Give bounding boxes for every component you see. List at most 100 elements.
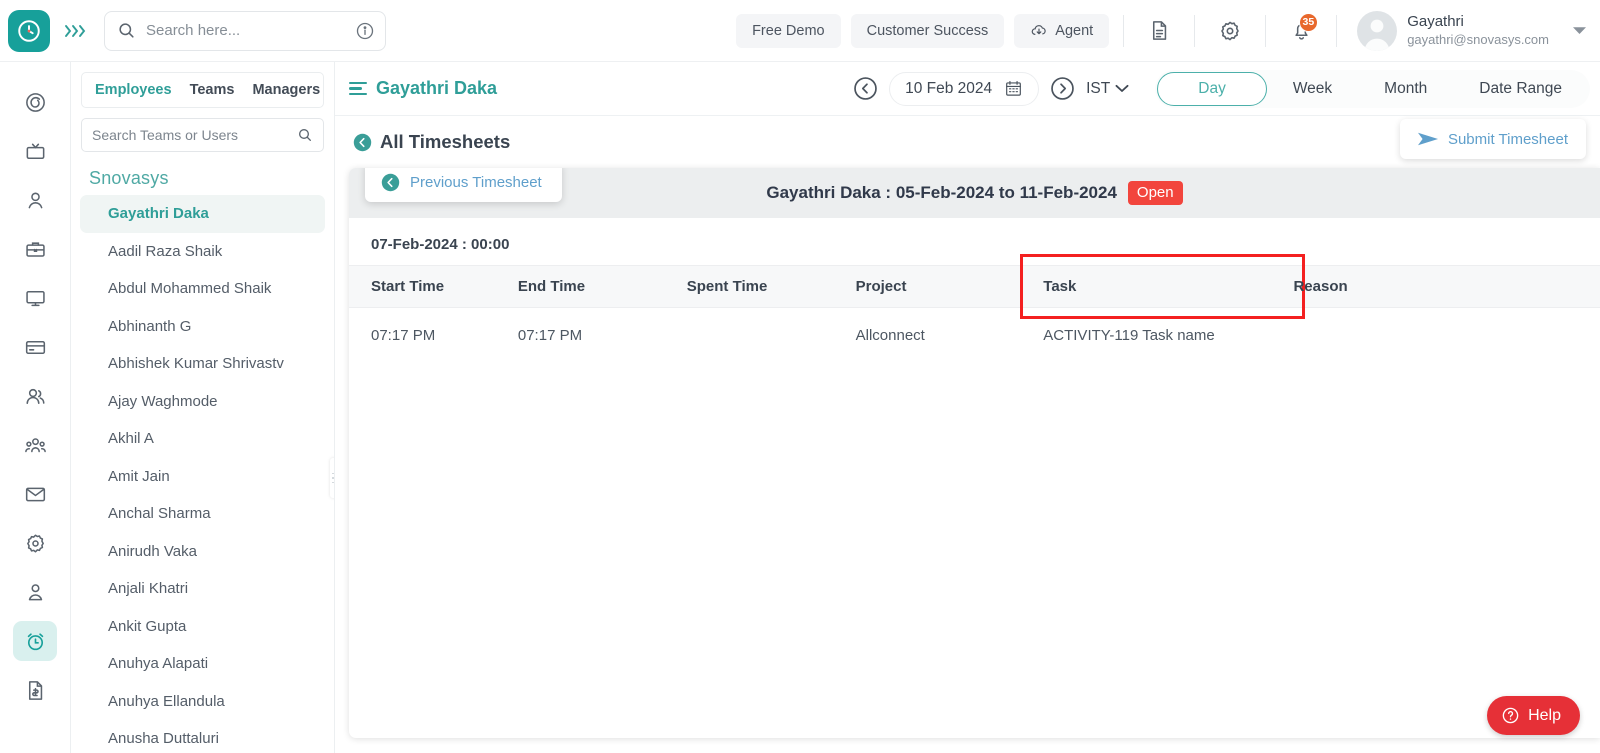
timesheet-title: Gayathri Daka : 05-Feb-2024 to 11-Feb-20… <box>766 183 1117 202</box>
date-picker[interactable]: 10 Feb 2024 <box>889 71 1040 106</box>
tab-teams[interactable]: Teams <box>181 82 244 98</box>
main-header: Gayathri Daka 10 Feb 2024 IST Day Week M… <box>335 62 1600 116</box>
timesheet-title-wrap: Gayathri Daka : 05-Feb-2024 to 11-Feb-20… <box>766 181 1183 205</box>
search-input[interactable] <box>146 22 345 39</box>
sidebar-item-account[interactable] <box>13 572 57 612</box>
chevron-down-icon[interactable] <box>1573 22 1586 40</box>
tab-date-range[interactable]: Date Range <box>1453 72 1588 106</box>
list-item[interactable]: Anchal Sharma <box>80 495 325 533</box>
list-item[interactable]: Akhil A <box>80 420 325 458</box>
icon-rail <box>0 62 71 753</box>
page-title: Gayathri Daka <box>376 78 498 98</box>
chevrons-right-icon[interactable] <box>58 23 92 39</box>
submit-timesheet-button[interactable]: Submit Timesheet <box>1399 119 1586 159</box>
list-item[interactable]: Gayathri Daka <box>80 195 325 233</box>
tab-employees[interactable]: Employees <box>86 82 181 98</box>
organization-name: Snovasys <box>89 168 169 188</box>
employees-search[interactable] <box>81 118 324 152</box>
column-project: Project <box>855 265 1044 308</box>
main-content: Gayathri Daka 10 Feb 2024 IST Day Week M… <box>335 62 1600 753</box>
cell-task: ACTIVITY-119 Task name <box>1043 327 1215 344</box>
sidebar-item-timesheets[interactable] <box>13 621 57 661</box>
sidebar-item-payments[interactable] <box>13 327 57 367</box>
info-circle-icon[interactable] <box>355 21 375 41</box>
cell-start-time: 07:17 PM <box>371 327 436 344</box>
sidebar-item-profile[interactable] <box>13 180 57 220</box>
list-item[interactable]: Amit Jain <box>80 458 325 496</box>
previous-timesheet-label: Previous Timesheet <box>410 173 542 191</box>
free-demo-label: Free Demo <box>752 22 825 39</box>
sidebar-item-employees[interactable] <box>13 376 57 416</box>
column-start-time: Start Time <box>349 265 518 308</box>
list-item[interactable]: Abhishek Kumar Shrivastv <box>80 345 325 383</box>
list-item[interactable]: Anusha Duttaluri <box>80 720 325 753</box>
back-circle-icon <box>353 133 372 152</box>
help-button[interactable]: Help <box>1487 696 1580 735</box>
list-item[interactable]: Ajay Waghmode <box>80 383 325 421</box>
list-item[interactable]: Anjali Khatri <box>80 570 325 608</box>
timezone-selector[interactable]: IST <box>1086 80 1129 98</box>
chevron-down-icon <box>1115 84 1129 93</box>
question-circle-icon <box>1501 706 1520 725</box>
column-reason: Reason <box>1293 265 1600 308</box>
gear-icon[interactable] <box>1209 10 1251 52</box>
content-area: Previous Timesheet Gayathri Daka : 05-Fe… <box>335 168 1600 753</box>
customer-success-button[interactable]: Customer Success <box>850 13 1005 48</box>
calendar-icon[interactable] <box>1004 79 1023 98</box>
sidebar-item-announcements[interactable] <box>13 131 57 171</box>
profile-name: Gayathri <box>1407 13 1464 30</box>
list-item[interactable]: Abdul Mohammed Shaik <box>80 270 325 308</box>
range-tabs: Day Week Month Date Range <box>1155 69 1590 108</box>
sidebar-item-invoices[interactable] <box>13 670 57 710</box>
list-item[interactable]: Anuhya Ellandula <box>80 683 325 721</box>
document-icon[interactable] <box>1138 10 1180 52</box>
customer-success-label: Customer Success <box>866 22 989 39</box>
table-row[interactable]: 07:17 PM 07:17 PM Allconnect ACTIVITY-11… <box>349 308 1600 364</box>
employees-search-input[interactable] <box>92 127 291 143</box>
submit-timesheet-label: Submit Timesheet <box>1447 130 1568 148</box>
timezone-label: IST <box>1086 79 1111 97</box>
bell-icon[interactable]: 35 <box>1280 10 1322 52</box>
employees-tabs: Employees Teams Managers <box>81 72 324 108</box>
free-demo-button[interactable]: Free Demo <box>736 13 841 48</box>
chevron-right-circle-icon[interactable] <box>1049 75 1076 102</box>
table-body: 07:17 PM 07:17 PM Allconnect ACTIVITY-11… <box>349 308 1600 364</box>
list-item[interactable]: Ankit Gupta <box>80 608 325 646</box>
divider <box>1336 14 1338 47</box>
tab-day[interactable]: Day <box>1157 71 1267 106</box>
table-header: Start Time End Time Spent Time Project T… <box>349 254 1600 320</box>
sub-header: All Timesheets Submit Timesheet <box>335 116 1600 168</box>
sidebar-item-assets[interactable] <box>13 278 57 318</box>
chevron-left-circle-icon[interactable] <box>852 75 879 102</box>
employees-panel: Employees Teams Managers Snovasys Gayath… <box>71 62 335 753</box>
column-task: Task <box>1020 254 1306 320</box>
date-navigation: 10 Feb 2024 IST <box>852 71 1129 106</box>
list-item[interactable]: Aadil Raza Shaik <box>80 233 325 271</box>
divider <box>1194 14 1196 47</box>
clock-logo-icon[interactable] <box>8 9 50 52</box>
tab-week[interactable]: Week <box>1267 72 1358 106</box>
notification-badge: 35 <box>1298 12 1319 32</box>
previous-timesheet-button[interactable]: Previous Timesheet <box>365 168 562 202</box>
back-label: All Timesheets <box>380 131 511 152</box>
sidebar-item-teams[interactable] <box>13 425 57 465</box>
all-timesheets-back-link[interactable]: All Timesheets <box>353 131 510 153</box>
tab-month[interactable]: Month <box>1358 72 1453 106</box>
tab-managers[interactable]: Managers <box>243 82 329 98</box>
agent-button[interactable]: Agent <box>1014 13 1110 48</box>
sidebar-item-dashboard[interactable] <box>13 82 57 122</box>
list-item[interactable]: Abhinanth G <box>80 308 325 346</box>
sidebar-item-jobs[interactable] <box>13 229 57 269</box>
topbar-actions: Free Demo Customer Success Agent 35 Gaya… <box>736 10 1600 52</box>
list-item[interactable]: Anirudh Vaka <box>80 533 325 571</box>
back-circle-icon <box>381 173 400 192</box>
hamburger-icon[interactable] <box>349 81 367 96</box>
selected-date: 10 Feb 2024 <box>905 79 993 97</box>
profile-text: Gayathri gayathri@snovasys.com <box>1407 13 1549 48</box>
global-search[interactable] <box>104 10 386 51</box>
list-item[interactable]: Anuhya Alapati <box>80 645 325 683</box>
sidebar-item-settings[interactable] <box>13 523 57 563</box>
day-total-label: 07-Feb-2024 : 00:00 <box>371 236 510 253</box>
sidebar-item-mail[interactable] <box>13 474 57 514</box>
profile-menu[interactable]: Gayathri gayathri@snovasys.com <box>1351 10 1600 51</box>
